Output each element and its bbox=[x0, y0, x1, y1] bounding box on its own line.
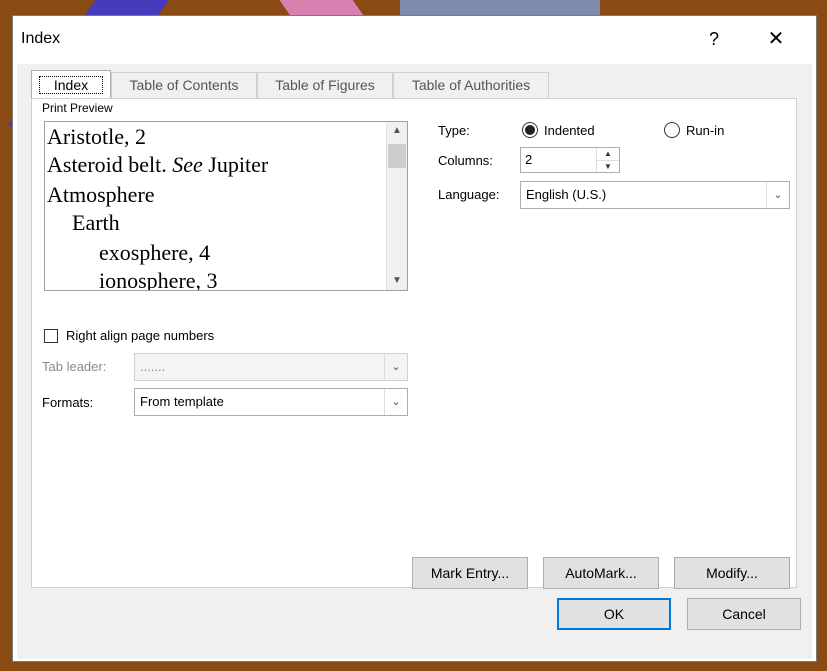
preview-line: ionosphere, 3 bbox=[99, 268, 218, 291]
tab-table-of-figures[interactable]: Table of Figures bbox=[257, 72, 393, 98]
formats-select[interactable]: From template ⌄ bbox=[134, 388, 408, 416]
language-value: English (U.S.) bbox=[526, 187, 607, 202]
formats-label: Formats: bbox=[42, 395, 94, 410]
mark-entry-button[interactable]: Mark Entry... bbox=[412, 557, 528, 589]
preview-line: Asteroid belt. See Jupiter bbox=[47, 152, 269, 177]
print-preview-label: Print Preview bbox=[42, 101, 113, 115]
indented-radio[interactable] bbox=[522, 122, 538, 138]
tab-leader-label: Tab leader: bbox=[42, 359, 107, 374]
preview-scrollbar[interactable]: ▲ ▼ bbox=[386, 122, 407, 290]
right-align-checkbox[interactable] bbox=[44, 329, 58, 343]
dialog-content: Index Table of Contents Table of Figures… bbox=[17, 64, 812, 659]
title-bar: Index ? ✕ bbox=[13, 16, 816, 64]
tab-index[interactable]: Index bbox=[31, 70, 111, 98]
right-align-label[interactable]: Right align page numbers bbox=[66, 328, 214, 343]
language-select[interactable]: English (U.S.) ⌄ bbox=[520, 181, 790, 209]
close-button[interactable]: ✕ bbox=[761, 26, 791, 52]
scroll-thumb[interactable] bbox=[388, 144, 406, 168]
tab-table-of-contents[interactable]: Table of Contents bbox=[111, 72, 257, 98]
chevron-down-icon[interactable]: ⌄ bbox=[384, 389, 407, 415]
spin-up-icon[interactable]: ▲ bbox=[597, 148, 619, 161]
formats-value: From template bbox=[140, 394, 224, 409]
preview-line: Earth bbox=[72, 210, 120, 235]
spin-buttons[interactable]: ▲ ▼ bbox=[596, 148, 619, 172]
columns-spinner[interactable]: 2 ▲ ▼ bbox=[520, 147, 620, 173]
language-label: Language: bbox=[438, 187, 500, 202]
help-button[interactable]: ? bbox=[699, 26, 729, 52]
tab-leader-value: ....... bbox=[140, 359, 166, 374]
columns-value[interactable]: 2 bbox=[525, 152, 532, 167]
ok-button[interactable]: OK bbox=[557, 598, 671, 630]
dialog-title: Index bbox=[21, 30, 61, 47]
scroll-down-icon[interactable]: ▼ bbox=[387, 272, 407, 290]
automark-button[interactable]: AutoMark... bbox=[543, 557, 659, 589]
run-in-label[interactable]: Run-in bbox=[686, 123, 724, 138]
type-label: Type: bbox=[438, 123, 470, 138]
index-dialog: Index ? ✕ Index Table of Contents Table … bbox=[12, 15, 817, 662]
tab-table-of-authorities[interactable]: Table of Authorities bbox=[393, 72, 549, 98]
modify-button[interactable]: Modify... bbox=[674, 557, 790, 589]
spin-down-icon[interactable]: ▼ bbox=[597, 161, 619, 173]
preview-line: Aristotle, 2 bbox=[47, 124, 146, 149]
tab-leader-select[interactable]: ....... ⌄ bbox=[134, 353, 408, 381]
index-tab-panel: Print Preview Aristotle, 2 Asteroid belt… bbox=[31, 98, 797, 589]
chevron-down-icon[interactable]: ⌄ bbox=[766, 182, 789, 208]
scroll-up-icon[interactable]: ▲ bbox=[387, 122, 407, 140]
chevron-down-icon[interactable]: ⌄ bbox=[384, 354, 407, 380]
indented-label[interactable]: Indented bbox=[544, 123, 595, 138]
run-in-radio[interactable] bbox=[664, 122, 680, 138]
cancel-button[interactable]: Cancel bbox=[687, 598, 801, 630]
preview-line: exosphere, 4 bbox=[99, 240, 211, 265]
bg-stripe bbox=[400, 0, 600, 15]
preview-line: Atmosphere bbox=[47, 182, 155, 207]
columns-label: Columns: bbox=[438, 153, 493, 168]
print-preview-box: Aristotle, 2 Asteroid belt. See Jupiter … bbox=[44, 121, 408, 291]
